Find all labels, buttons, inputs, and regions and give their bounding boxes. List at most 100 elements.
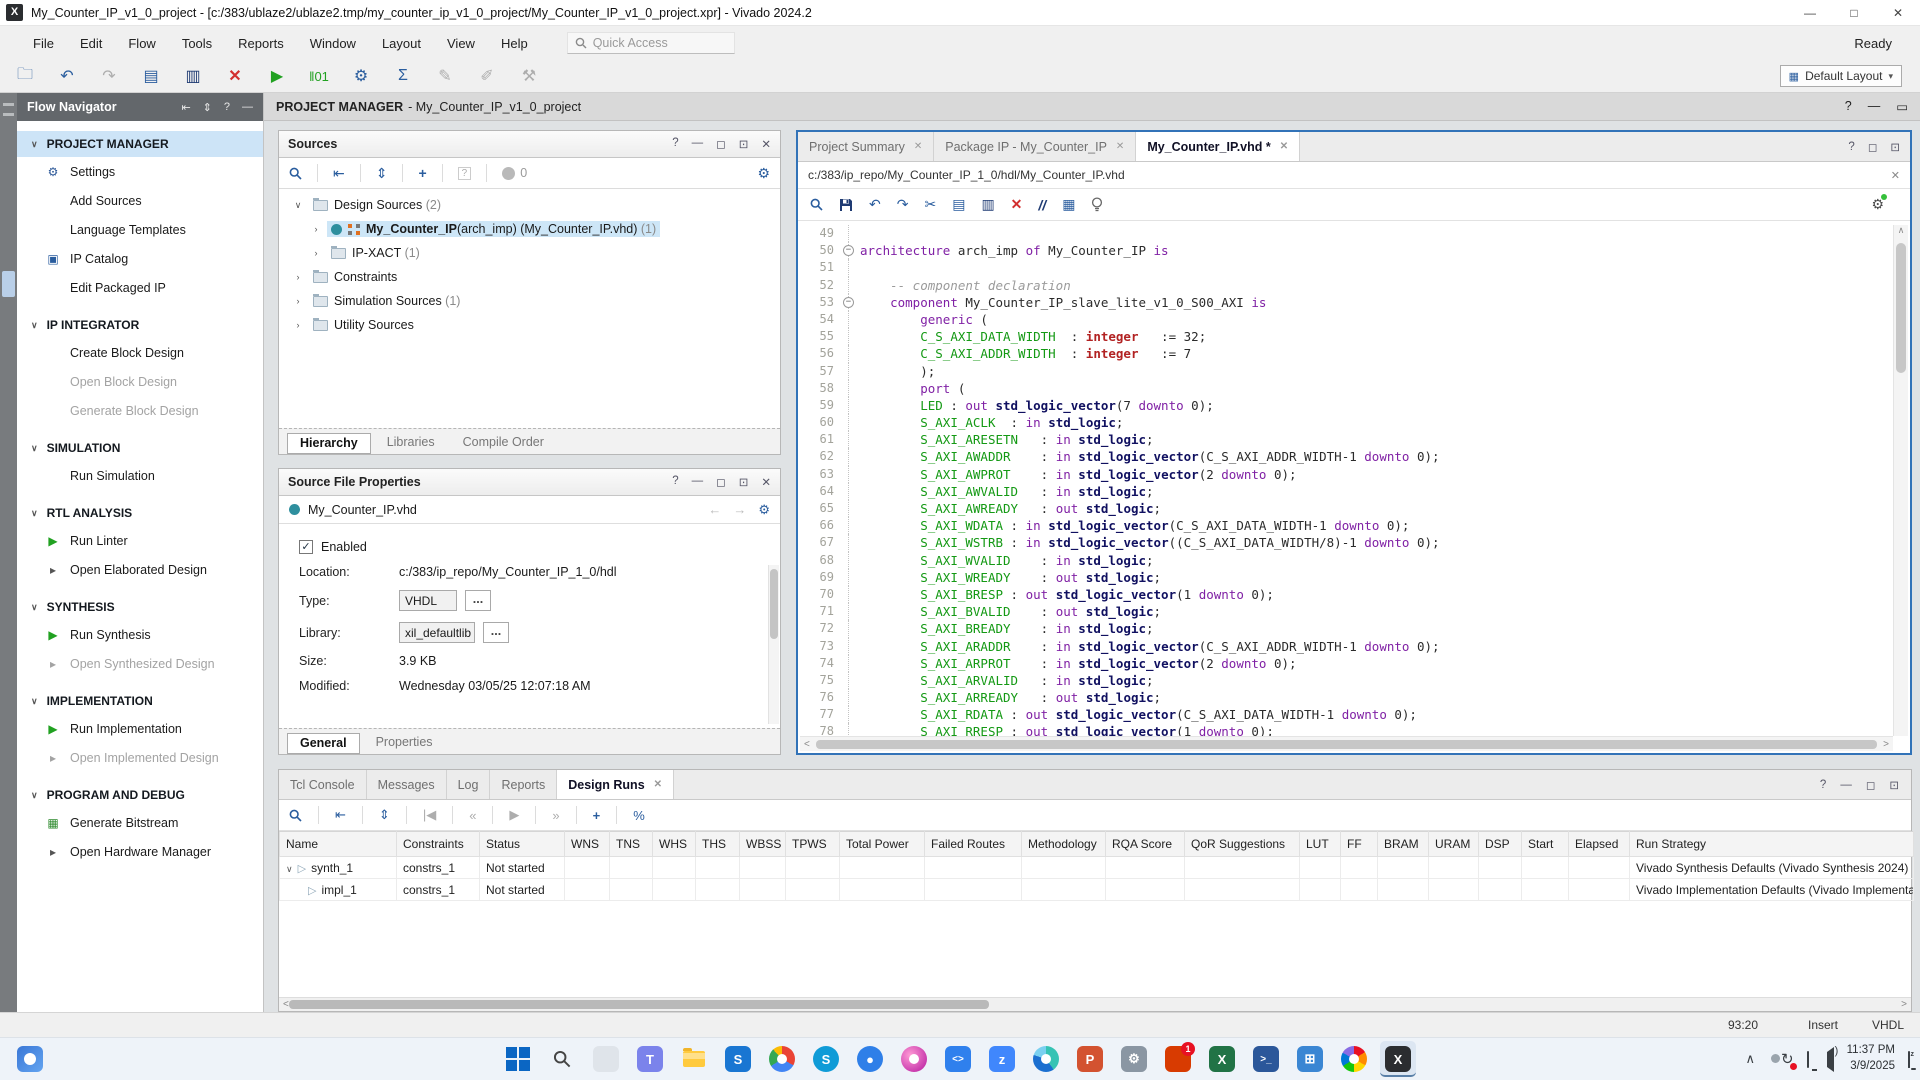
menu-edit[interactable]: Edit <box>67 36 115 51</box>
minimize-icon[interactable]: — <box>692 137 704 151</box>
maximize-icon[interactable]: ⊡ <box>1889 778 1899 792</box>
open-project-icon[interactable]: 🗀 <box>14 63 36 90</box>
column-header-methodology[interactable]: Methodology <box>1022 832 1106 857</box>
column-header-status[interactable]: Status <box>480 832 565 857</box>
flow-section-header-simulation[interactable]: ∨SIMULATION <box>17 435 263 461</box>
fold-marker-icon[interactable]: − <box>842 242 860 259</box>
properties-panel-header[interactable]: Source File Properties ? — ◻ ⊡ ✕ <box>279 469 780 496</box>
editor-horizontal-scrollbar[interactable]: <> <box>800 736 1893 751</box>
flow-section-header-program-and-debug[interactable]: ∨PROGRAM AND DEBUG <box>17 782 263 808</box>
float-icon[interactable]: ◻ <box>1866 778 1876 792</box>
collapse-all-icon[interactable]: ⇤ <box>181 101 190 114</box>
column-header-constraints[interactable]: Constraints <box>397 832 480 857</box>
results-tab-messages[interactable]: Messages <box>367 770 447 799</box>
run-icon[interactable]: ▶ <box>266 66 288 86</box>
undo-icon[interactable]: ↶ <box>56 66 78 86</box>
forward-icon[interactable]: → <box>733 502 746 518</box>
flow-item-generate-bitstream[interactable]: ▦Generate Bitstream <box>17 808 263 837</box>
run-row-synth-1[interactable]: ∨▷synth_1constrs_1Not startedVivado Synt… <box>280 857 1914 879</box>
flow-item-create-block-design[interactable]: Create Block Design <box>17 338 263 367</box>
close-tab-icon[interactable]: ✕ <box>914 141 922 152</box>
column-header-ff[interactable]: FF <box>1341 832 1378 857</box>
widgets-button[interactable] <box>12 1041 48 1077</box>
editor-tab-my-counter-ip-vhd[interactable]: My_Counter_IP.vhd *✕ <box>1136 132 1300 161</box>
report-icon[interactable]: ▤ <box>140 66 162 86</box>
delete-icon[interactable]: ✕ <box>224 66 246 86</box>
expand-all-icon[interactable]: ⇕ <box>379 807 390 823</box>
float-icon[interactable]: ◻ <box>716 475 726 489</box>
taskbar-icon-vivado[interactable]: X <box>1380 1041 1416 1077</box>
taskbar-icon-pink-circle-app[interactable] <box>896 1041 932 1077</box>
pen-icon[interactable]: ✐ <box>476 66 498 86</box>
save-icon[interactable] <box>839 198 853 212</box>
results-horizontal-scrollbar[interactable]: <> <box>279 997 1911 1011</box>
results-tab-log[interactable]: Log <box>447 770 491 799</box>
menu-flow[interactable]: Flow <box>115 36 168 51</box>
play-run-icon[interactable]: ▶ <box>509 807 519 823</box>
flow-item-settings[interactable]: ⚙Settings <box>17 157 263 186</box>
menu-view[interactable]: View <box>434 36 488 51</box>
tab-general[interactable]: General <box>287 733 360 754</box>
help-icon[interactable]: ? <box>1848 141 1854 153</box>
column-header-dsp[interactable]: DSP <box>1479 832 1522 857</box>
copy-icon[interactable]: ▤ <box>952 196 965 213</box>
column-header-ths[interactable]: THS <box>696 832 740 857</box>
settings-gear-icon[interactable]: ⚙ <box>350 66 372 86</box>
taskbar-icon-calculator[interactable]: ⊞ <box>1292 1041 1328 1077</box>
flow-item-run-implementation[interactable]: ▶Run Implementation <box>17 714 263 743</box>
flow-item-run-simulation[interactable]: Run Simulation <box>17 461 263 490</box>
copy-icon[interactable]: ▥ <box>182 66 204 86</box>
flow-section-header-synthesis[interactable]: ∨SYNTHESIS <box>17 594 263 620</box>
search-icon[interactable] <box>810 198 823 211</box>
taskbar-icon-file-explorer[interactable] <box>676 1041 712 1077</box>
column-header-qor-suggestions[interactable]: QoR Suggestions <box>1185 832 1300 857</box>
tab-compile-order[interactable]: Compile Order <box>451 433 556 454</box>
minimize-icon[interactable]: — <box>1868 99 1881 114</box>
lightbulb-icon[interactable] <box>1091 197 1103 212</box>
probe-icon[interactable]: ⚒ <box>518 66 540 86</box>
taskbar-icon-excel[interactable]: X <box>1204 1041 1240 1077</box>
taskbar-icon-notification-app[interactable]: 1 <box>1160 1041 1196 1077</box>
column-header-run-strategy[interactable]: Run Strategy <box>1630 832 1914 857</box>
toggle-columns-icon[interactable]: ▦ <box>1062 196 1075 213</box>
property-input[interactable]: xil_defaultlib <box>399 622 475 643</box>
close-path-icon[interactable]: ✕ <box>1891 169 1900 182</box>
ellipsis-button[interactable]: ... <box>483 622 509 643</box>
column-header-wbss[interactable]: WBSS <box>740 832 786 857</box>
help-icon[interactable]: ? <box>224 101 230 114</box>
property-input[interactable]: VHDL <box>399 590 457 611</box>
sum-icon[interactable]: Σ <box>392 67 414 85</box>
editor-tab-project-summary[interactable]: Project Summary✕ <box>798 132 934 161</box>
run-row-impl-1[interactable]: ▷impl_1constrs_1Not startedVivado Implem… <box>280 879 1914 901</box>
close-tab-icon[interactable]: ✕ <box>1116 141 1124 152</box>
help-icon[interactable]: ? <box>672 137 678 151</box>
maximize-icon[interactable]: ⊡ <box>1890 140 1900 154</box>
chevron-right-icon[interactable]: › <box>311 248 321 258</box>
column-header-elapsed[interactable]: Elapsed <box>1569 832 1630 857</box>
editor-tab-package-ip-my-counter-ip[interactable]: Package IP - My_Counter_IP✕ <box>934 132 1136 161</box>
column-header-total-power[interactable]: Total Power <box>840 832 925 857</box>
collapsed-sidebar-strip[interactable] <box>0 93 17 1012</box>
expand-all-icon[interactable]: ⇕ <box>376 165 388 182</box>
column-header-name[interactable]: Name <box>280 832 397 857</box>
sync-icon[interactable]: ↻ <box>1781 1050 1794 1068</box>
flow-item-open-synthesized-design[interactable]: ▸Open Synthesized Design <box>17 649 263 678</box>
taskbar-icon-terminal-app[interactable]: >_ <box>1248 1041 1284 1077</box>
tree-item[interactable]: ›IP-XACT (1) <box>279 241 780 265</box>
menu-reports[interactable]: Reports <box>225 36 297 51</box>
column-header-failed-routes[interactable]: Failed Routes <box>925 832 1022 857</box>
flow-item-ip-catalog[interactable]: ▣IP Catalog <box>17 244 263 273</box>
column-header-uram[interactable]: URAM <box>1429 832 1479 857</box>
column-header-rqa-score[interactable]: RQA Score <box>1106 832 1185 857</box>
close-tab-icon[interactable]: ✕ <box>1280 141 1288 152</box>
results-tab-reports[interactable]: Reports <box>490 770 557 799</box>
chevron-right-icon[interactable]: › <box>293 272 303 282</box>
scroll-right-icon[interactable]: > <box>1901 999 1907 1010</box>
help-box-icon[interactable]: ? <box>458 167 472 180</box>
minimize-panel-icon[interactable]: — <box>242 101 253 114</box>
taskbar-icon-store[interactable]: S <box>720 1041 756 1077</box>
simulation-icon[interactable]: ‖01 <box>308 69 330 84</box>
taskbar-icon-blue-dot-app[interactable]: ● <box>852 1041 888 1077</box>
close-icon[interactable]: ✕ <box>761 137 771 151</box>
fold-marker-icon[interactable]: − <box>842 294 860 311</box>
